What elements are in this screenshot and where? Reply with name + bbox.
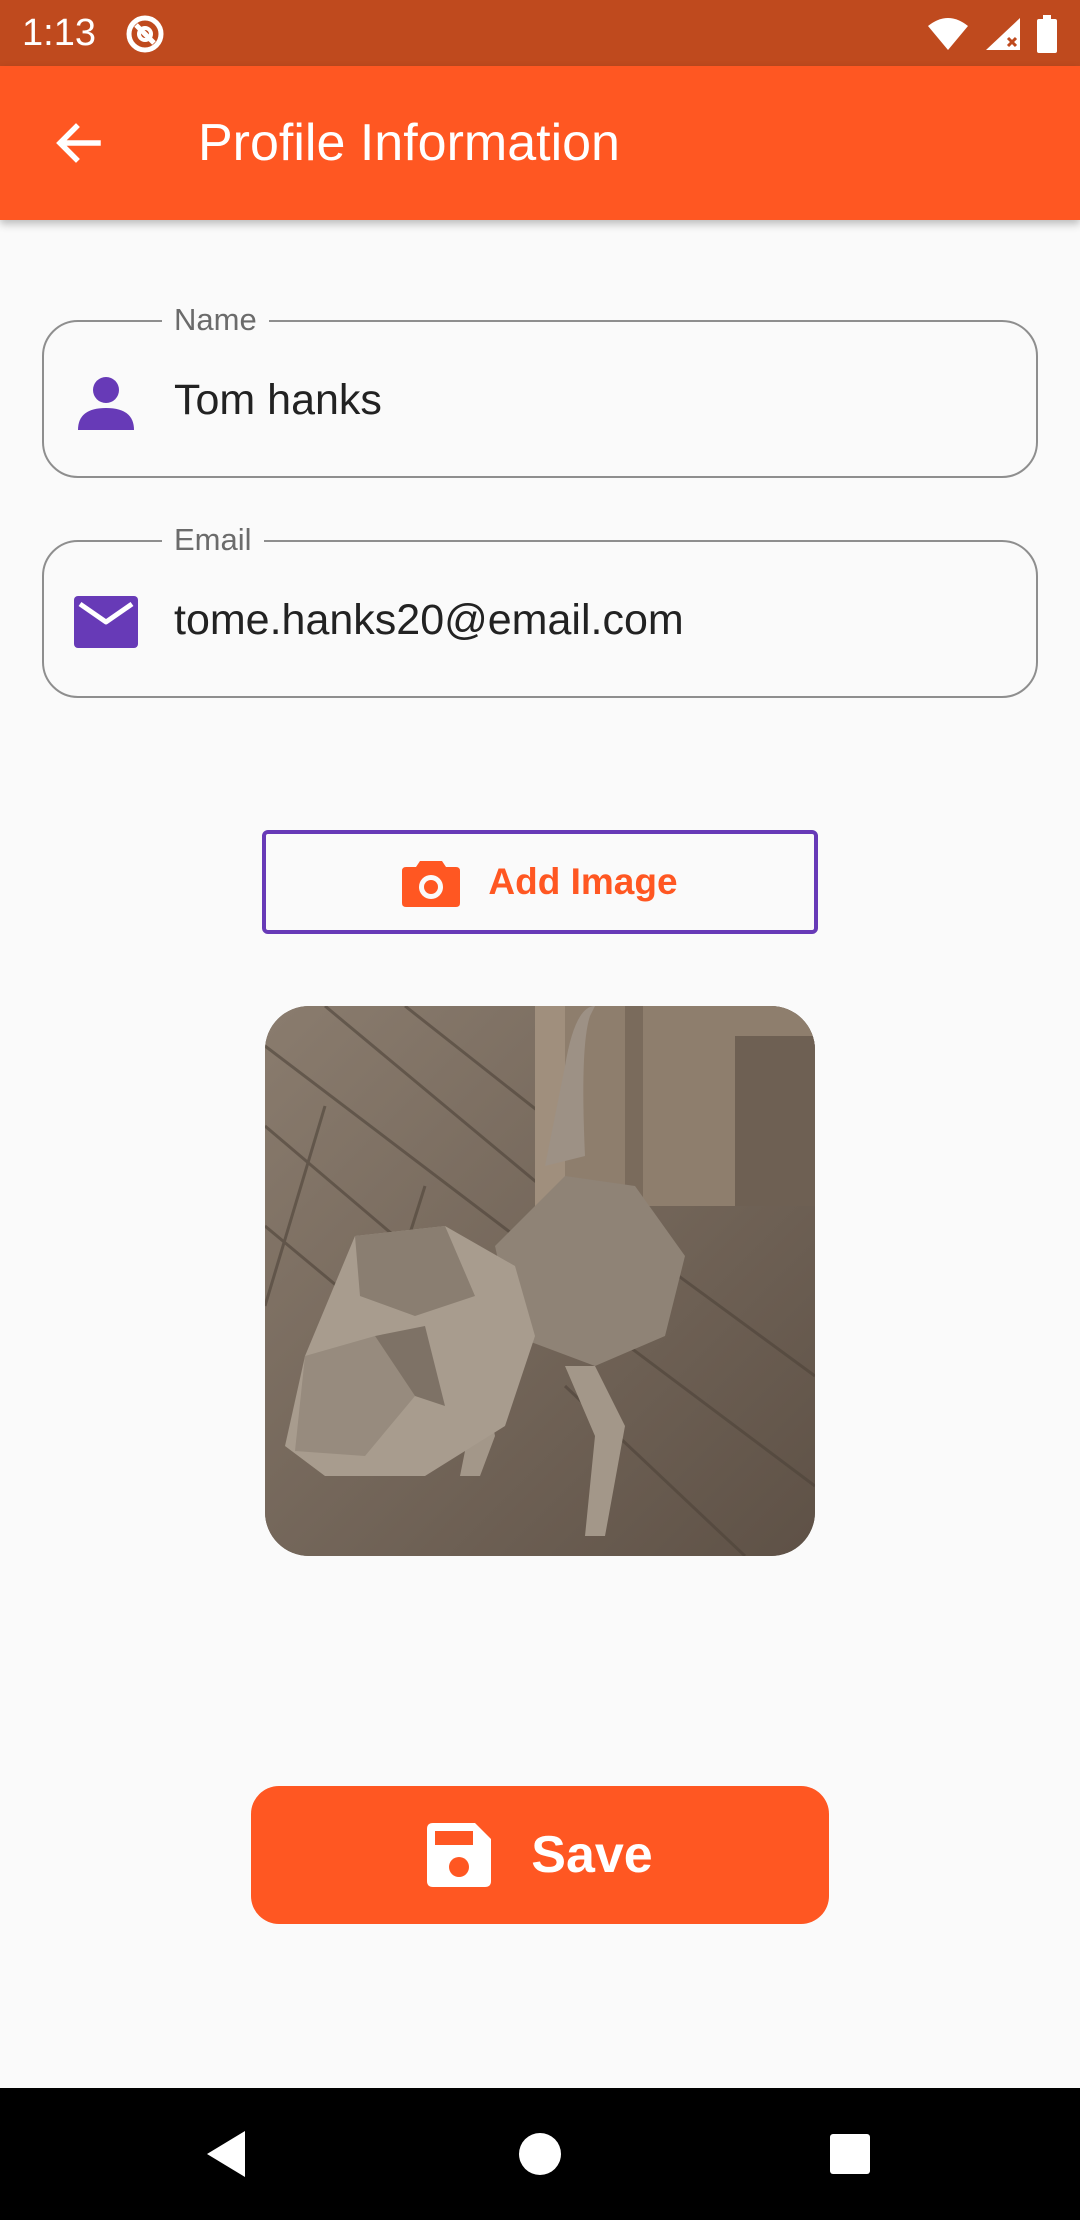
email-field[interactable]: Email tome.hanks20@email.com	[42, 520, 1038, 698]
mail-icon	[74, 596, 138, 648]
status-time: 1:13	[22, 12, 96, 54]
battery-icon	[1037, 15, 1057, 53]
navigation-bar	[0, 2088, 1080, 2220]
camera-icon	[402, 861, 461, 907]
arrow-back-icon	[56, 123, 101, 163]
name-input[interactable]: Tom hanks	[174, 372, 382, 428]
email-field-label: Email	[162, 520, 264, 560]
add-image-button[interactable]: Add Image	[262, 830, 818, 934]
home-nav-icon	[519, 2133, 561, 2175]
name-field[interactable]: Name Tom hanks	[42, 300, 1038, 478]
recents-nav-icon	[830, 2134, 870, 2174]
status-icons	[926, 12, 1058, 56]
dog-photo	[265, 1006, 815, 1556]
save-label: Save	[531, 1826, 653, 1884]
save-icon	[427, 1823, 492, 1887]
app-notification-icon	[126, 15, 164, 53]
email-input[interactable]: tome.hanks20@email.com	[174, 592, 684, 648]
home-nav-button[interactable]	[496, 2110, 584, 2198]
name-field-label: Name	[162, 300, 269, 340]
add-image-label: Add Image	[488, 861, 678, 902]
status-bar: 1:13	[0, 0, 1080, 66]
page-title: Profile Information	[198, 114, 620, 172]
wifi-icon	[928, 18, 968, 50]
person-icon	[78, 377, 134, 430]
back-nav-icon	[207, 2131, 245, 2177]
back-button[interactable]	[44, 110, 110, 176]
save-button[interactable]: Save	[251, 1786, 829, 1924]
dog-image	[265, 1006, 815, 1556]
recents-nav-button[interactable]	[806, 2110, 894, 2198]
app-bar: Profile Information	[0, 66, 1080, 220]
signal-icon	[986, 18, 1020, 50]
back-nav-button[interactable]	[182, 2110, 270, 2198]
